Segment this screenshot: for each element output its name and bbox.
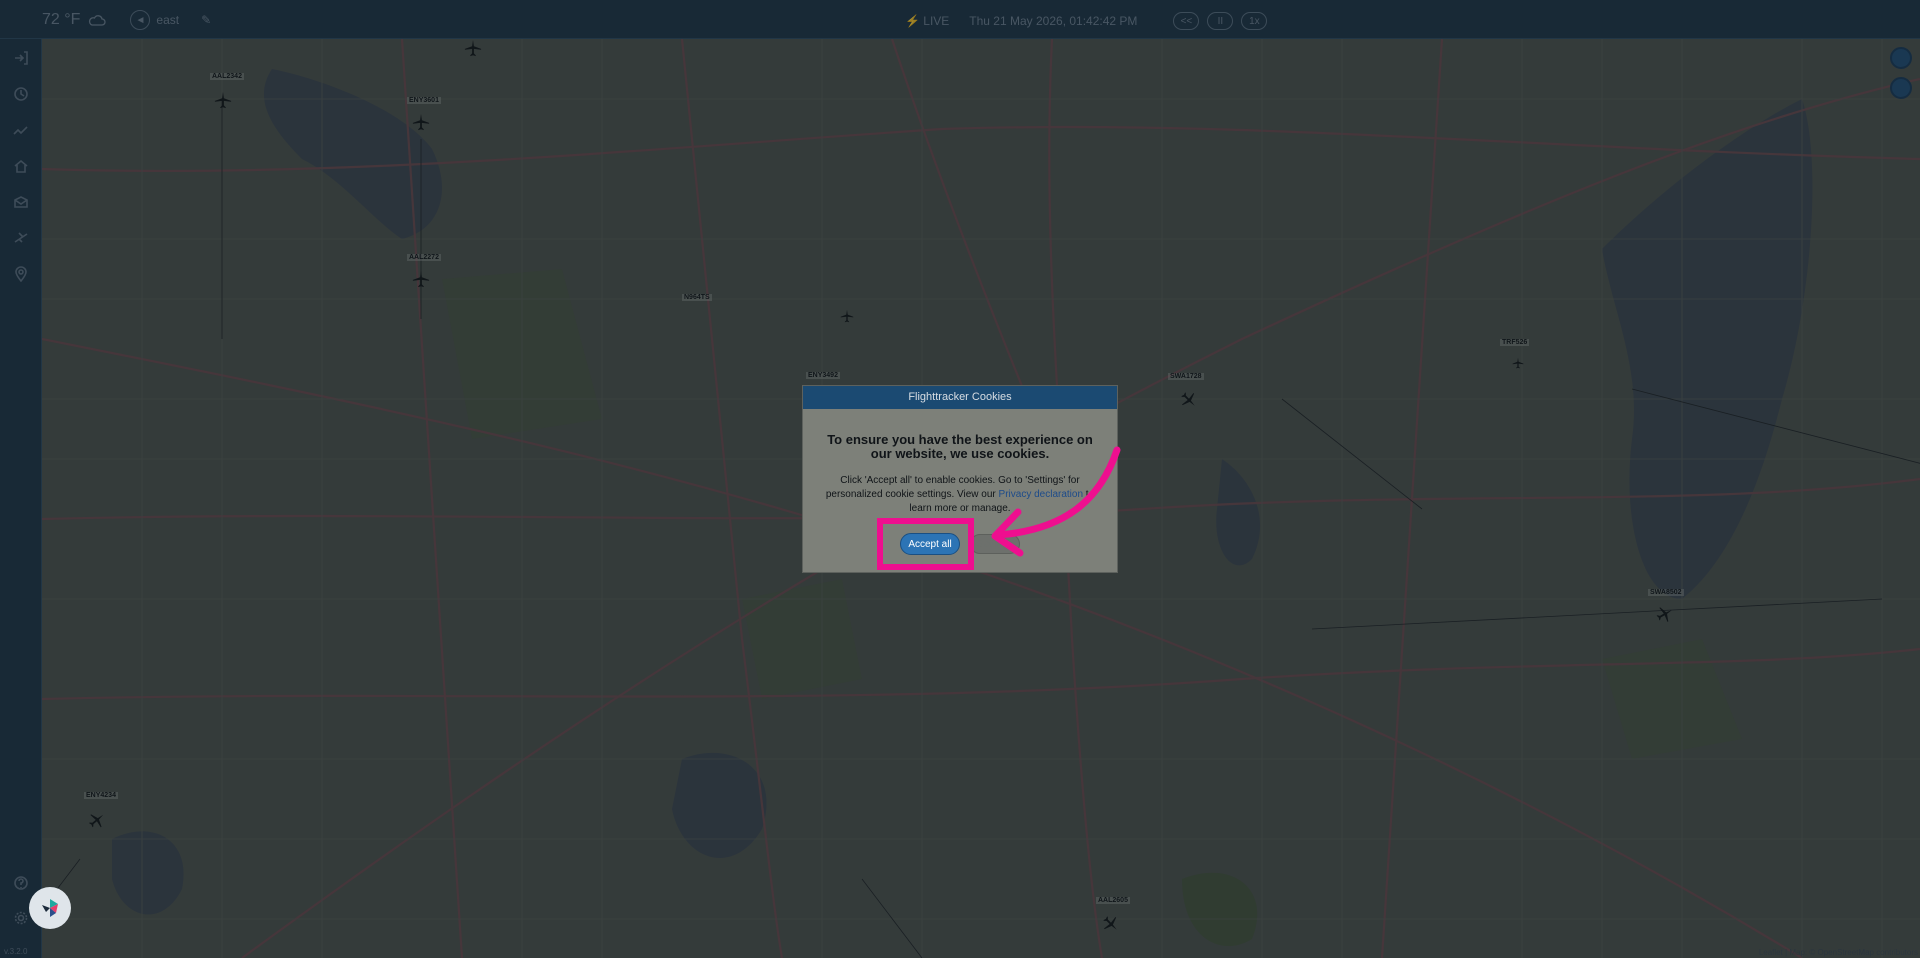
pointer-arrow-icon [991, 446, 1121, 557]
logo-icon [42, 899, 58, 917]
app-logo[interactable] [29, 887, 71, 929]
dialog-header: Flighttracker Cookies [803, 386, 1117, 409]
